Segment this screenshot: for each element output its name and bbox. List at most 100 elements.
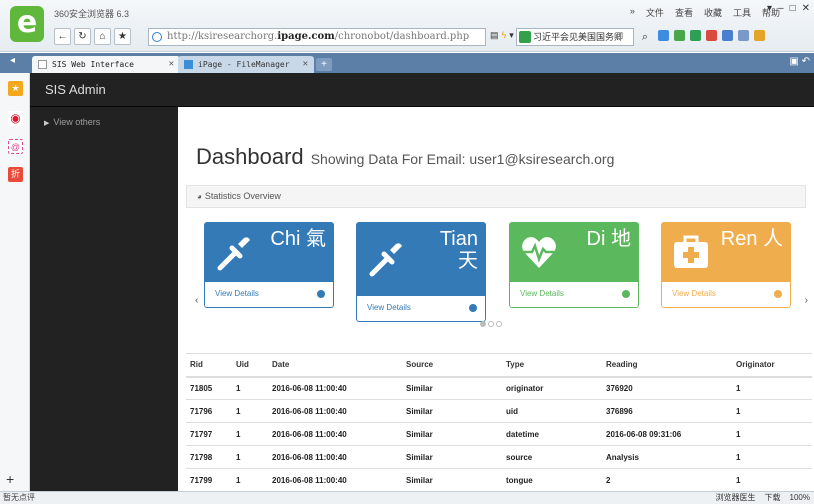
carousel-indicators	[480, 321, 502, 327]
zoom-level[interactable]: 100%	[790, 492, 810, 504]
browser-sidebar: ★ ◉ @ 折 +	[0, 73, 30, 491]
view-details-link[interactable]: View Details	[204, 282, 334, 308]
carousel-dot[interactable]	[488, 321, 494, 327]
cell-reading: 2	[602, 468, 732, 491]
heartbeat-icon	[522, 237, 556, 268]
view-details-link[interactable]: View Details	[356, 296, 486, 322]
weibo-icon[interactable]: ◉	[8, 111, 23, 126]
carousel-dot[interactable]	[480, 321, 486, 327]
side-nav: ▶ View others	[30, 107, 178, 491]
email-icon[interactable]: @	[8, 139, 23, 154]
cell-rid: 71799	[186, 468, 232, 491]
close-button[interactable]: ✕	[802, 3, 810, 14]
col-date: Date	[268, 353, 402, 378]
status-tools: 浏览器医生 下载 100%	[716, 492, 810, 504]
refresh-icon[interactable]: ↻	[74, 28, 91, 45]
search-icon[interactable]: ⌕	[636, 28, 654, 46]
extension-shield-icon[interactable]	[690, 30, 701, 41]
menu-more[interactable]: »	[630, 6, 635, 19]
arrow-circle-right-icon	[622, 290, 630, 298]
favorites-star-icon[interactable]: ★	[8, 81, 23, 96]
extension-green-icon[interactable]	[674, 30, 685, 41]
cell-date: 2016-06-08 11:00:40	[268, 422, 402, 446]
shopping-discount-icon[interactable]: 折	[8, 167, 23, 182]
panel-title: Statistics Overview	[204, 191, 281, 201]
tab-list-icon[interactable]: ▣ ↶	[789, 56, 810, 67]
minimize-button[interactable]: –	[778, 3, 784, 14]
dashboard-icon: ◕	[197, 192, 202, 201]
col-source: Source	[402, 353, 502, 378]
menu-favorites[interactable]: 收藏	[704, 6, 722, 19]
address-prefix: http://	[167, 31, 198, 42]
status-comment[interactable]: 暂无点评	[3, 492, 35, 504]
tab-close-icon[interactable]: ✕	[303, 56, 308, 73]
card-header: Tian 天	[356, 222, 486, 296]
search-text: 习近平会见美国国务卿	[533, 32, 624, 42]
browser-doctor[interactable]: 浏览器医生	[716, 492, 756, 504]
arrow-circle-right-icon	[774, 290, 782, 298]
cell-uid: 1	[232, 445, 268, 469]
tab-close-icon[interactable]: ✕	[169, 56, 174, 73]
table-row: 71805 1 2016-06-08 11:00:40 Similar originat…	[186, 376, 812, 400]
nav-buttons: ← ↻ ⌂ ★	[54, 28, 131, 45]
stat-card-ren: Ren 人 View Details	[661, 222, 791, 308]
tab-ipage-filemanager[interactable]: iPage - FileManager ✕	[178, 56, 314, 73]
page-favicon-icon	[38, 60, 47, 69]
card-title-line2: 天	[458, 250, 478, 272]
tab-sis-web-interface[interactable]: SIS Web Interface ✕	[32, 56, 180, 73]
address-domain-a: ksiresearchorg.	[198, 31, 278, 42]
maximize-button[interactable]: □	[790, 3, 796, 14]
view-details-link[interactable]: View Details	[661, 282, 791, 308]
menu-tools[interactable]: 工具	[733, 6, 751, 19]
view-details-label: View Details	[672, 289, 716, 298]
address-dropdown-icon[interactable]: ▾	[509, 30, 514, 41]
favorite-star-icon[interactable]: ★	[114, 28, 131, 45]
address-bar[interactable]: http://ksiresearchorg.ipage.com/chronobo…	[148, 28, 486, 46]
cell-reading: 376920	[602, 376, 732, 400]
menu-view[interactable]: 查看	[675, 6, 693, 19]
cell-date: 2016-06-08 11:00:40	[268, 399, 402, 423]
window-controls: ▾ – □ ✕	[767, 3, 810, 14]
extension-screenshot-icon[interactable]	[754, 30, 765, 41]
back-icon[interactable]: ←	[54, 28, 71, 45]
cell-type: tongue	[502, 468, 602, 491]
readings-table: Rid Uid Date Source Type Reading Origina…	[186, 353, 812, 491]
view-details-link[interactable]: View Details	[509, 282, 639, 308]
stat-card-tian: Tian 天 View Details	[356, 222, 486, 322]
speed-mode-icon[interactable]: ϟ	[502, 30, 507, 41]
extension-apps-icon[interactable]	[658, 30, 669, 41]
tab-title: iPage - FileManager	[198, 60, 290, 69]
extension-note-icon[interactable]	[738, 30, 749, 41]
dropper-icon	[217, 237, 250, 271]
brand-link[interactable]: SIS Admin	[45, 73, 106, 107]
caret-right-icon: ▶	[44, 120, 50, 127]
sidenav-item-view-others[interactable]: ▶ View others	[44, 117, 100, 127]
skin-button[interactable]: ▾	[767, 3, 772, 14]
menu-file[interactable]: 文件	[646, 6, 664, 19]
new-tab-button[interactable]: +	[316, 58, 332, 71]
address-tools: ▤ ϟ ▾	[490, 30, 514, 41]
page-subtitle: Showing Data For Email: user1@ksiresearc…	[310, 151, 615, 167]
download-button[interactable]: 下载	[765, 492, 781, 504]
add-sidebar-app-icon[interactable]: +	[6, 471, 14, 487]
carousel-next-icon[interactable]: ›	[805, 295, 808, 306]
cell-source: Similar	[402, 376, 502, 400]
table-row: 71798 1 2016-06-08 11:00:40 Similar source An…	[186, 445, 812, 469]
home-icon[interactable]: ⌂	[94, 28, 111, 45]
cell-uid: 1	[232, 422, 268, 446]
web-page: SIS Admin ▶ View others Dashboard Showing…	[30, 73, 814, 491]
extension-red-icon[interactable]	[706, 30, 717, 41]
extension-blue-icon[interactable]	[722, 30, 733, 41]
card-title: Tian 天	[440, 228, 478, 272]
cell-originator: 1	[732, 376, 812, 400]
browser-titlebar: e 360安全浏览器 6.3 » 文件 查看 收藏 工具 帮助 ▾ – □ ✕ …	[0, 0, 814, 52]
compat-mode-icon[interactable]: ▤	[490, 30, 499, 41]
carousel-dot[interactable]	[496, 321, 502, 327]
search-input[interactable]: 习近平会见美国国务卿	[516, 28, 634, 46]
cell-date: 2016-06-08 11:00:40	[268, 376, 402, 400]
search-engine-icon[interactable]	[519, 31, 531, 43]
cell-source: Similar	[402, 422, 502, 446]
sidebar-toggle-icon[interactable]: ◂	[10, 55, 15, 66]
main-content: Dashboard Showing Data For Email: user1@…	[178, 107, 814, 491]
carousel-prev-icon[interactable]: ‹	[195, 295, 198, 306]
